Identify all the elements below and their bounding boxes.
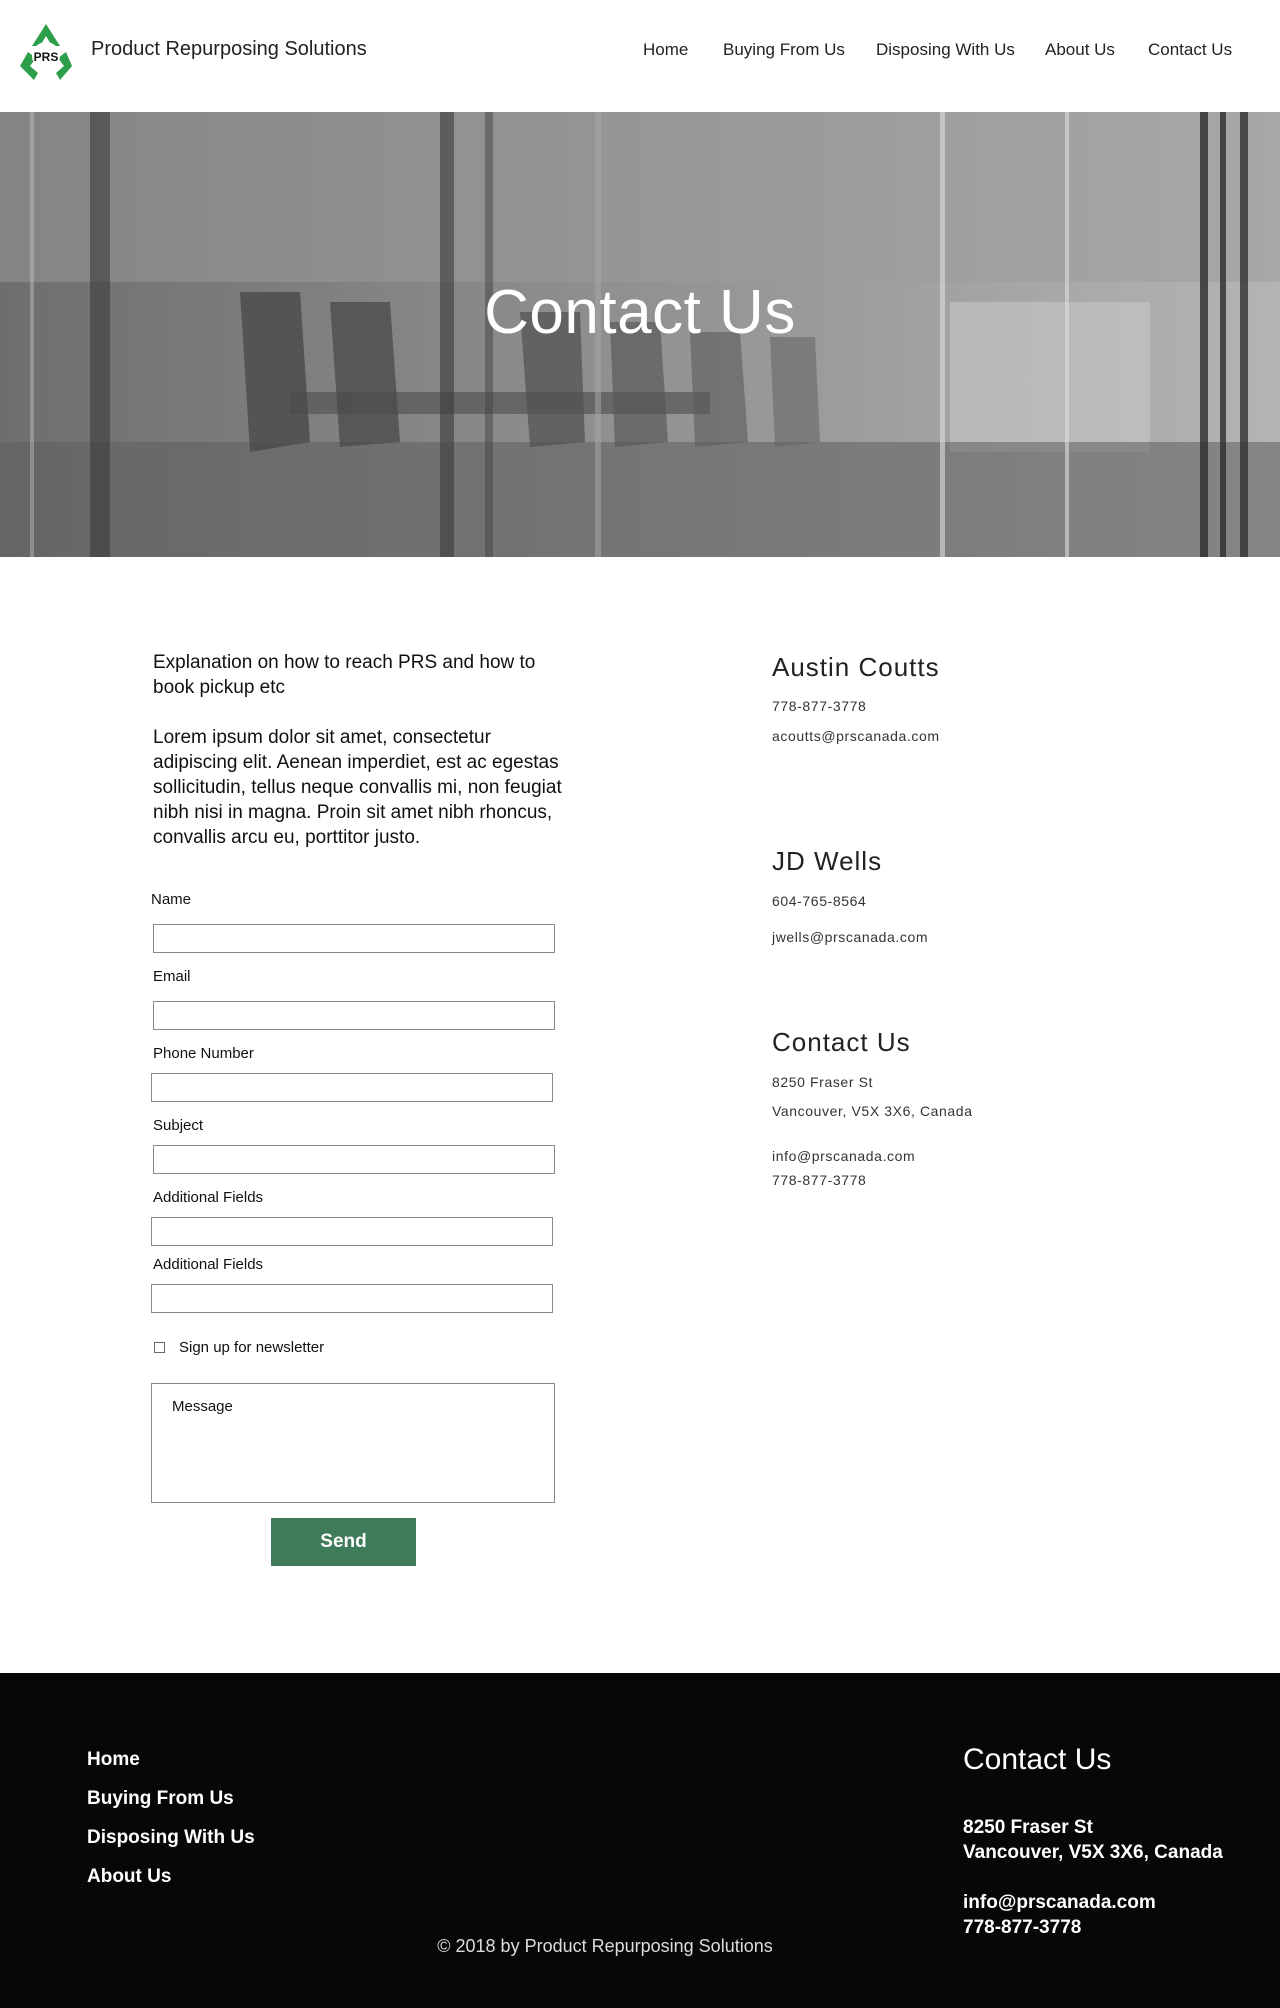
- footer-link-buying-from-us[interactable]: Buying From Us: [87, 1788, 234, 1810]
- contact-phone[interactable]: 778-877-3778: [772, 698, 866, 714]
- office-contact: Contact Us 8250 Fraser St Vancouver, V5X…: [772, 1027, 1072, 1197]
- site-header: PRS Product Repurposing Solutions Home B…: [0, 0, 1280, 112]
- subject-field[interactable]: [153, 1145, 555, 1174]
- name-field[interactable]: [153, 924, 555, 953]
- nav-disposing-with-us[interactable]: Disposing With Us: [876, 40, 1015, 60]
- contact-email[interactable]: jwells@prscanada.com: [772, 929, 928, 945]
- contact-phone[interactable]: 604-765-8564: [772, 893, 866, 909]
- additional-field-2[interactable]: [151, 1284, 553, 1313]
- contact-name: JD Wells: [772, 846, 883, 876]
- newsletter-label[interactable]: Sign up for newsletter: [179, 1339, 324, 1356]
- hero-banner: Contact Us: [0, 112, 1280, 557]
- additional-field-1[interactable]: [151, 1217, 553, 1246]
- phone-label: Phone Number: [153, 1045, 254, 1062]
- footer-street: 8250 Fraser St: [963, 1817, 1093, 1838]
- contact-austin-coutts: Austin Coutts 778-877-3778 acoutts@prsca…: [772, 652, 1072, 752]
- footer-link-home[interactable]: Home: [87, 1749, 140, 1771]
- subject-label: Subject: [153, 1117, 204, 1134]
- intro-text: Explanation on how to reach PRS and how …: [153, 650, 573, 850]
- message-field[interactable]: Message: [151, 1383, 555, 1503]
- nav-buying-from-us[interactable]: Buying From Us: [723, 40, 845, 60]
- footer-city: Vancouver, V5X 3X6, Canada: [963, 1842, 1223, 1863]
- footer-link-disposing-with-us[interactable]: Disposing With Us: [87, 1827, 255, 1849]
- office-city: Vancouver, V5X 3X6, Canada: [772, 1103, 973, 1119]
- copyright: © 2018 by Product Repurposing Solutions: [437, 1936, 773, 1956]
- contact-name: Austin Coutts: [772, 652, 940, 682]
- footer-link-about-us[interactable]: About Us: [87, 1866, 171, 1888]
- additional-fields-label-2: Additional Fields: [153, 1256, 264, 1273]
- office-title: Contact Us: [772, 1027, 911, 1057]
- additional-fields-label: Additional Fields: [153, 1189, 264, 1206]
- phone-field[interactable]: [151, 1073, 553, 1102]
- contact-email[interactable]: acoutts@prscanada.com: [772, 728, 940, 744]
- email-label: Email: [153, 968, 191, 985]
- contact-jd-wells: JD Wells 604-765-8564 jwells@prscanada.c…: [772, 846, 1072, 946]
- message-placeholder: Message: [172, 1398, 233, 1415]
- office-phone[interactable]: 778-877-3778: [772, 1172, 866, 1188]
- nav-contact-us[interactable]: Contact Us: [1148, 40, 1232, 60]
- checkbox-icon[interactable]: [154, 1342, 165, 1353]
- nav-about-us[interactable]: About Us: [1045, 40, 1115, 60]
- hero-title: Contact Us: [484, 278, 796, 347]
- office-street: 8250 Fraser St: [772, 1074, 873, 1090]
- office-email[interactable]: info@prscanada.com: [772, 1148, 915, 1164]
- intro-heading: Explanation on how to reach PRS and how …: [153, 652, 536, 698]
- main-nav: Home Buying From Us Disposing With Us Ab…: [0, 40, 1280, 64]
- footer-email[interactable]: info@prscanada.com: [963, 1892, 1156, 1914]
- footer-contact-title: Contact Us: [963, 1743, 1112, 1776]
- site-footer: Home Buying From Us Disposing With Us Ab…: [0, 1673, 1280, 2008]
- name-label: Name: [151, 891, 192, 908]
- nav-home[interactable]: Home: [643, 40, 688, 60]
- email-field[interactable]: [153, 1001, 555, 1030]
- intro-body: Lorem ipsum dolor sit amet, consectetur …: [153, 727, 562, 848]
- send-button[interactable]: Send: [271, 1518, 416, 1566]
